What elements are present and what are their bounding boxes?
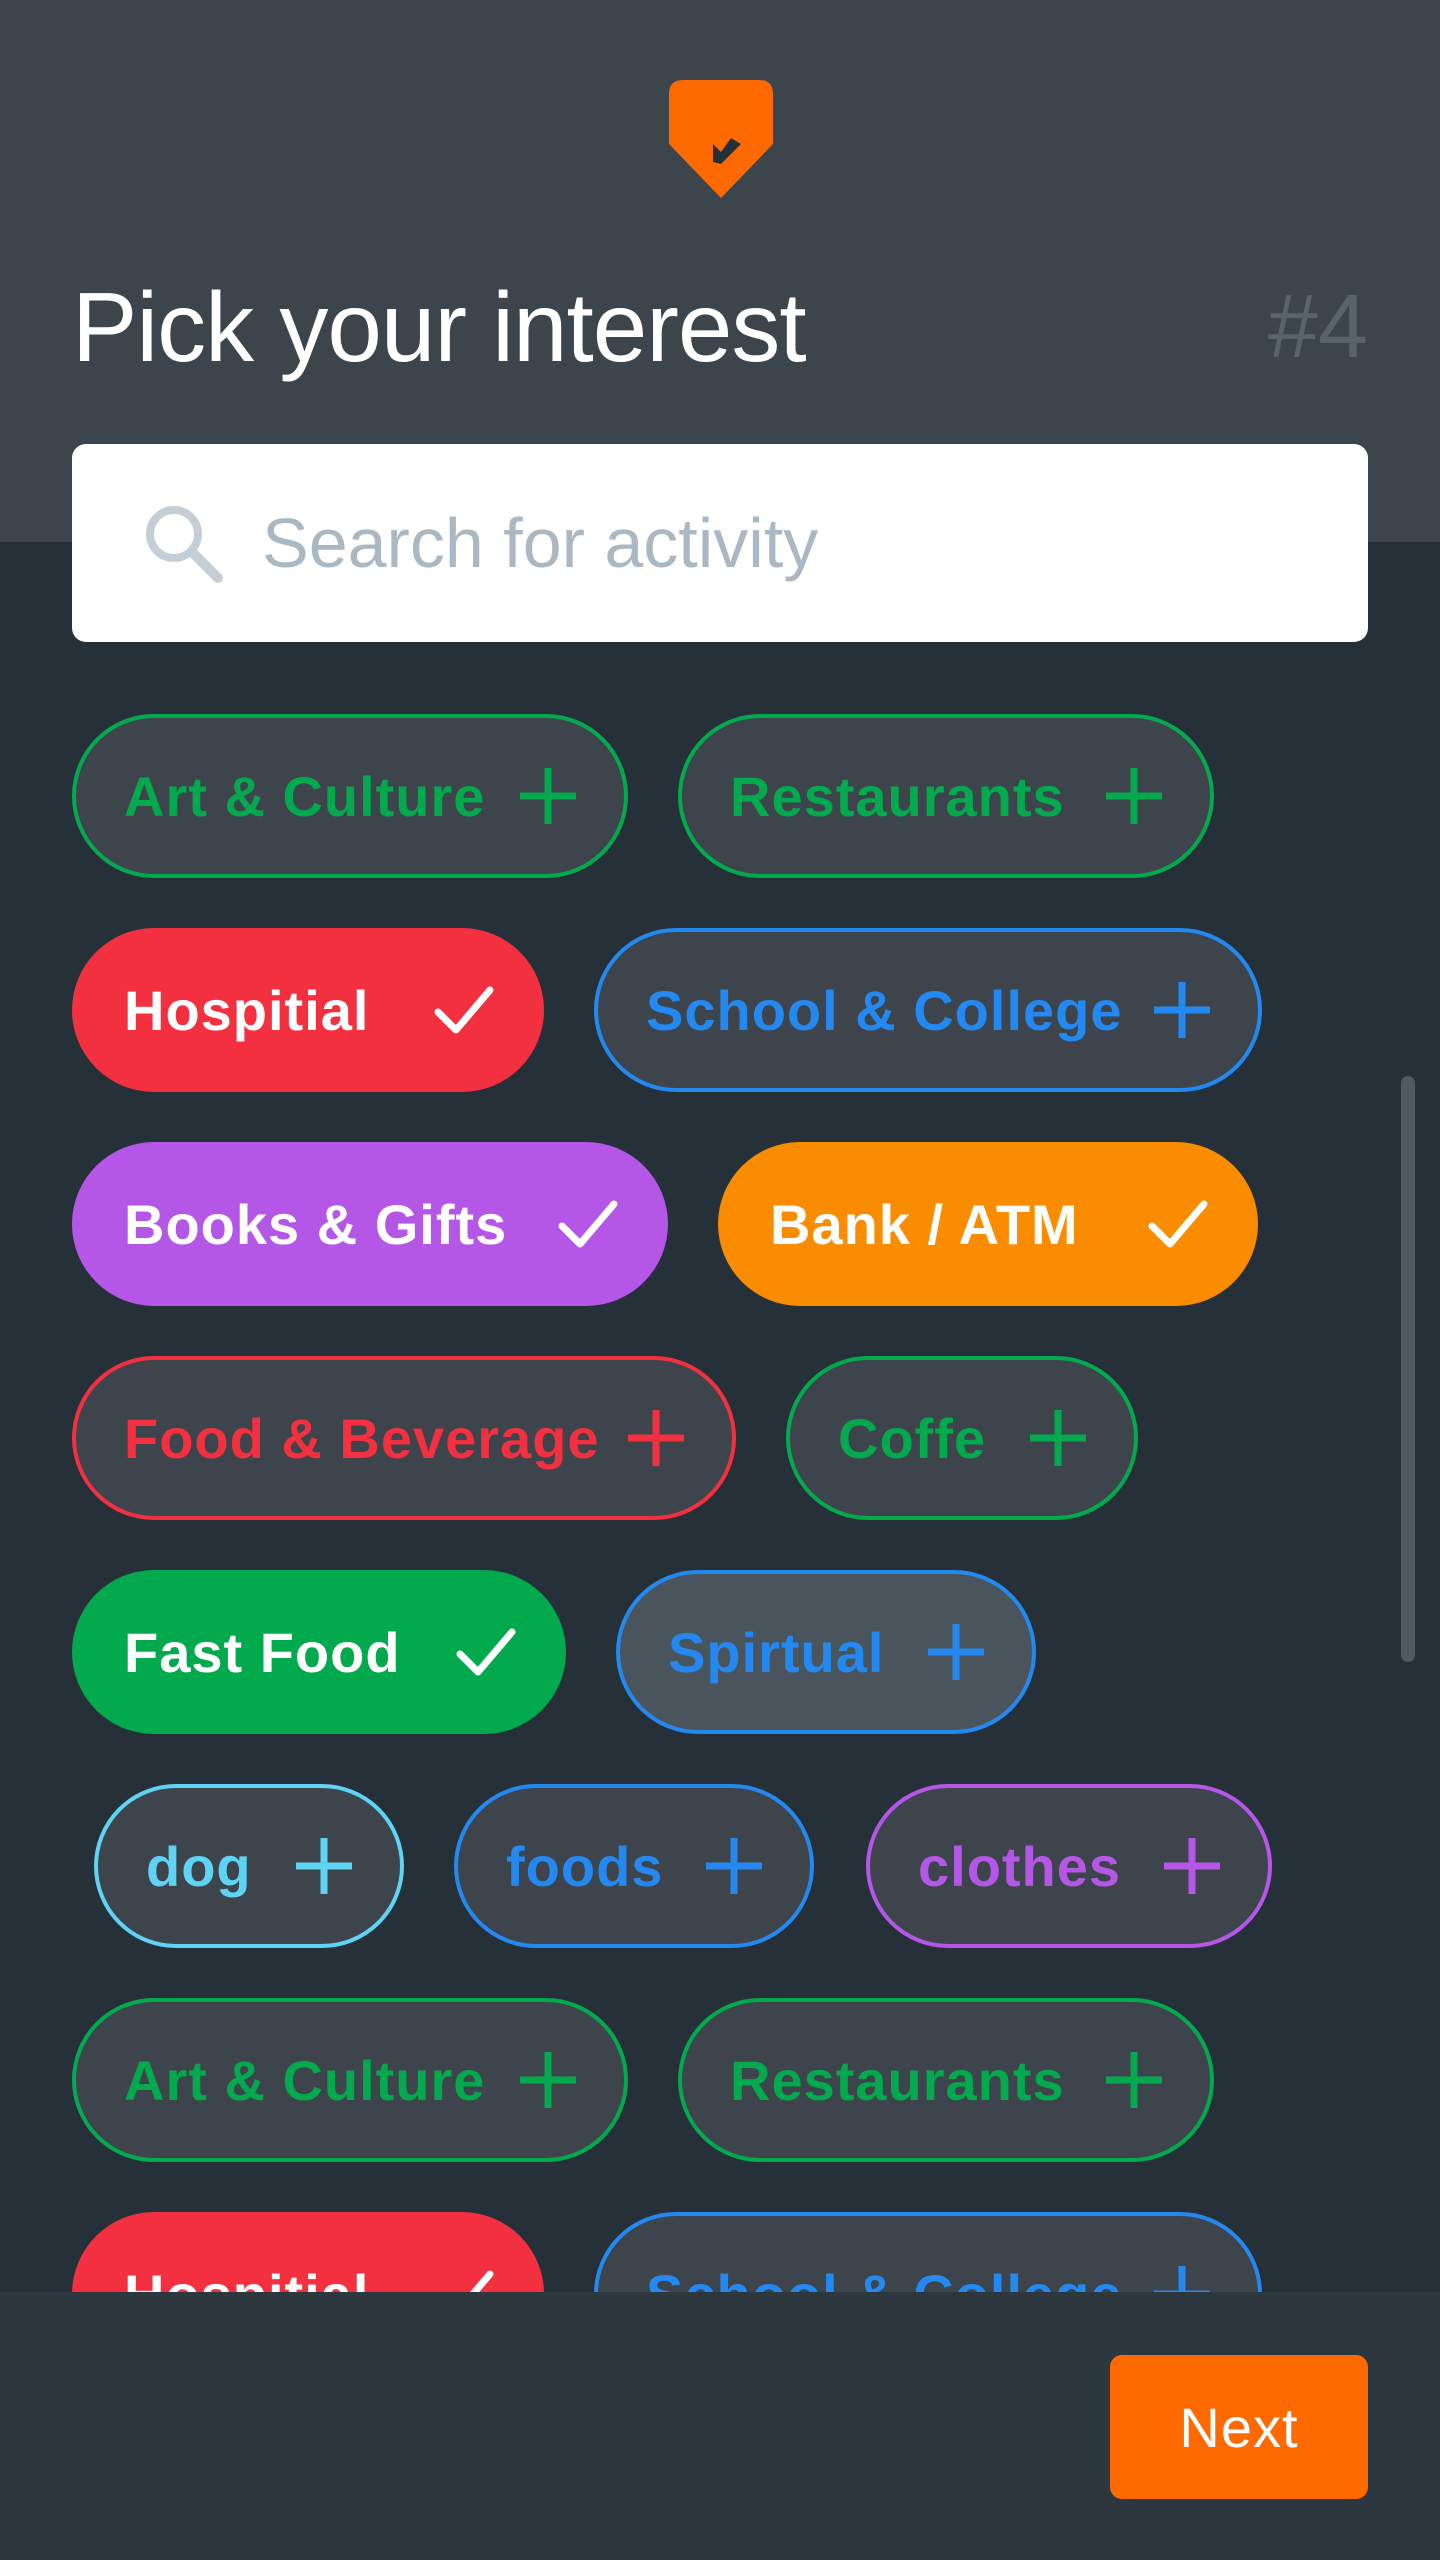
chip-label: Restaurants bbox=[730, 764, 1065, 828]
search-bar[interactable] bbox=[72, 444, 1368, 642]
chip-label: dog bbox=[146, 1834, 252, 1898]
chip-dog[interactable]: dog bbox=[94, 1784, 404, 1948]
check-icon bbox=[434, 986, 494, 1034]
check-icon bbox=[470, 2270, 494, 2292]
chip-books-gifts[interactable]: Books & Gifts bbox=[72, 1142, 668, 1306]
plus-icon bbox=[1030, 1410, 1086, 1466]
plus-icon bbox=[1154, 2266, 1210, 2292]
chip-label: Restaurants bbox=[730, 2048, 1065, 2112]
plus-icon bbox=[706, 1838, 762, 1894]
check-icon bbox=[558, 1200, 618, 1248]
chip-label: Coffe bbox=[838, 1406, 987, 1470]
chip-coffe[interactable]: Coffe bbox=[786, 1356, 1138, 1520]
chip-label: Food & Beverage bbox=[124, 1406, 600, 1470]
chip-art-culture[interactable]: Art & Culture bbox=[72, 1998, 628, 2162]
chip-clothes[interactable]: clothes bbox=[866, 1784, 1272, 1948]
chip-spirtual[interactable]: Spirtual bbox=[616, 1570, 1036, 1734]
chip-school-college[interactable]: School & College bbox=[594, 2212, 1262, 2292]
search-icon bbox=[146, 506, 223, 583]
logo-icon bbox=[669, 80, 773, 198]
chip-label: Art & Culture bbox=[124, 764, 486, 828]
plus-icon bbox=[520, 2052, 576, 2108]
plus-icon bbox=[1154, 982, 1210, 1038]
chip-label: Books & Gifts bbox=[124, 1192, 508, 1256]
plus-icon bbox=[628, 1410, 684, 1466]
search-input[interactable] bbox=[262, 444, 1322, 642]
chip-label: Hospitial bbox=[124, 2262, 408, 2293]
chip-label: Art & Culture bbox=[124, 2048, 486, 2112]
check-icon bbox=[456, 1628, 516, 1676]
chip-label: School & College bbox=[646, 978, 1123, 1042]
chip-bank-atm[interactable]: Bank / ATM bbox=[718, 1142, 1258, 1306]
plus-icon bbox=[520, 768, 576, 824]
chip-foods[interactable]: foods bbox=[454, 1784, 814, 1948]
chip-food-beverage[interactable]: Food & Beverage bbox=[72, 1356, 736, 1520]
chip-label: Fast Food bbox=[124, 1620, 401, 1684]
plus-icon bbox=[1164, 1838, 1220, 1894]
plus-icon bbox=[1106, 2052, 1162, 2108]
interest-chip-list[interactable]: Art & Culture Restaurants Hospitial Scho… bbox=[0, 642, 1440, 2292]
chip-hospital[interactable]: Hospitial bbox=[72, 928, 544, 1092]
plus-icon bbox=[928, 1624, 984, 1680]
chip-school-college[interactable]: School & College bbox=[594, 928, 1262, 1092]
chip-restaurants[interactable]: Restaurants bbox=[678, 714, 1214, 878]
plus-icon bbox=[1106, 768, 1162, 824]
chip-label: foods bbox=[506, 1834, 664, 1898]
chip-label: School & College bbox=[646, 2262, 1126, 2293]
step-number: #4 bbox=[1267, 277, 1368, 377]
chip-label: Bank / ATM bbox=[770, 1192, 1079, 1256]
next-button[interactable]: Next bbox=[1110, 2355, 1368, 2499]
page-title: Pick your interest bbox=[72, 272, 807, 382]
chip-fast-food[interactable]: Fast Food bbox=[72, 1570, 566, 1734]
chip-art-culture[interactable]: Art & Culture bbox=[72, 714, 628, 878]
scrollbar[interactable] bbox=[1401, 1076, 1415, 1662]
chip-label: Hospitial bbox=[124, 978, 370, 1042]
chip-label: Spirtual bbox=[668, 1620, 885, 1684]
chip-hospital[interactable]: Hospitial bbox=[72, 2212, 544, 2292]
plus-icon bbox=[296, 1838, 352, 1894]
chip-label: clothes bbox=[918, 1834, 1122, 1898]
chip-restaurants[interactable]: Restaurants bbox=[678, 1998, 1214, 2162]
check-icon bbox=[1148, 1200, 1208, 1248]
